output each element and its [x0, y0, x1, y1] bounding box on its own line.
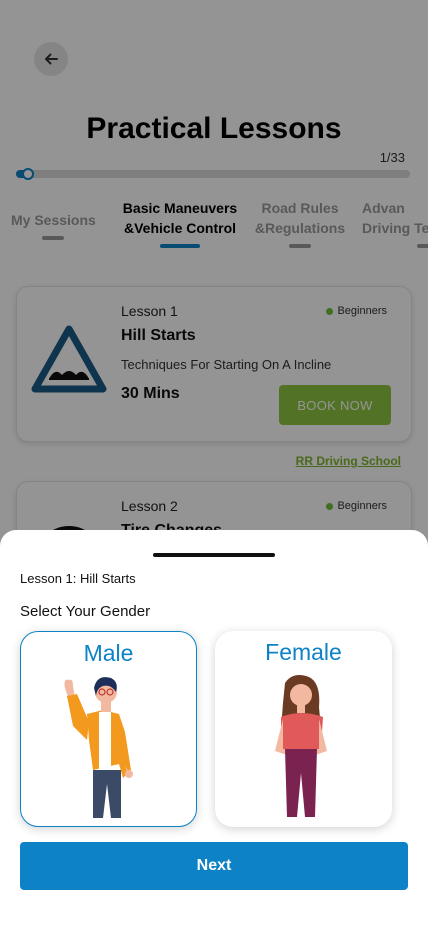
sheet-prompt: Select Your Gender	[20, 603, 151, 620]
sheet-handle[interactable]	[153, 553, 275, 557]
female-avatar-icon	[275, 675, 327, 817]
gender-option-female[interactable]: Female	[215, 631, 392, 827]
sheet-lesson-label: Lesson 1: Hill Starts	[20, 571, 136, 586]
next-button[interactable]: Next	[20, 842, 408, 890]
gender-label: Male	[83, 640, 134, 666]
gender-bottom-sheet: Lesson 1: Hill Starts Select Your Gender…	[0, 530, 428, 926]
gender-option-male[interactable]: Male	[20, 631, 197, 827]
male-avatar-icon	[64, 677, 133, 818]
gender-label: Female	[265, 639, 342, 665]
